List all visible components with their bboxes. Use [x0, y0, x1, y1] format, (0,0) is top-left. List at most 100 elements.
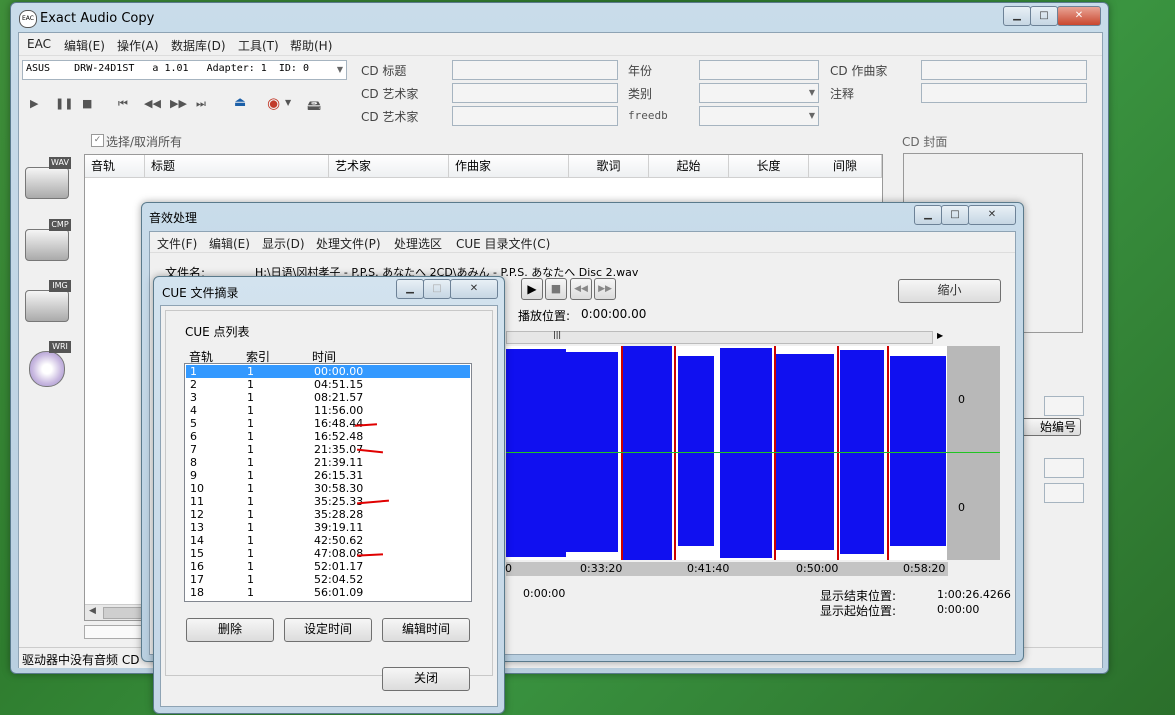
skip-forward-icon[interactable]: ⏭ — [196, 97, 206, 111]
dropdown-arrow-icon[interactable]: ▼ — [285, 98, 291, 107]
cue-time: 47:08.08 — [314, 547, 364, 560]
scroll-right-icon[interactable]: ▶ — [937, 331, 943, 340]
minimize-button[interactable]: ▁ — [396, 279, 424, 299]
cd-artist2-label: CD 艺术家 — [361, 110, 419, 124]
column-header[interactable]: 歌词 — [569, 155, 649, 177]
close-dialog-button[interactable]: 关闭 — [382, 667, 470, 691]
rewind-button[interactable]: ◀◀ — [570, 278, 592, 300]
cue-row[interactable]: 14 1 42:50.62 — [186, 534, 470, 547]
cue-row[interactable]: 13 1 39:19.11 — [186, 521, 470, 534]
menu-tools[interactable]: 工具(T) — [238, 37, 279, 54]
waveform-area[interactable]: 0 0 — [506, 346, 1000, 560]
skip-back-icon[interactable]: ⏮ — [118, 97, 128, 111]
year-label: 年份 — [628, 64, 653, 78]
cd-title-field[interactable] — [452, 60, 618, 80]
menu-edit[interactable]: 编辑(E) — [209, 235, 250, 252]
cue-row[interactable]: 12 1 35:28.28 — [186, 508, 470, 521]
scroll-left-icon[interactable]: ◀ — [89, 606, 96, 616]
year-field[interactable] — [699, 60, 819, 80]
cue-row[interactable]: 15 1 47:08.08 — [186, 547, 470, 560]
cue-row[interactable]: 3 1 08:21.57 — [186, 391, 470, 404]
menu-action[interactable]: 操作(A) — [117, 37, 159, 54]
cue-point-list[interactable]: 1 1 00:00.00 2 1 04:51.15 3 1 08:21.57 4 1 11:56.00… — [184, 363, 472, 602]
freedb-select[interactable]: ▼ — [699, 106, 819, 126]
close-button[interactable]: ✕ — [450, 279, 498, 299]
cue-index: 1 — [247, 391, 254, 404]
play-button[interactable]: ▶ — [521, 278, 543, 300]
eject-icon[interactable]: ⏏ — [234, 95, 246, 110]
cd-artist2-field[interactable] — [452, 106, 618, 126]
extract-compressed-icon[interactable]: CMP — [25, 219, 75, 265]
extract-wav-icon[interactable]: WAV — [25, 157, 75, 203]
genre-label: 类别 — [628, 87, 653, 101]
maximize-button[interactable]: □ — [423, 279, 451, 299]
edit-time-button[interactable]: 编辑时间 — [382, 618, 470, 642]
globe-icon[interactable]: ◉ — [267, 94, 280, 112]
column-header[interactable]: 标题 — [145, 155, 329, 177]
column-header[interactable]: 间隙 — [809, 155, 882, 177]
set-time-button[interactable]: 设定时间 — [284, 618, 372, 642]
forward-button[interactable]: ▶▶ — [594, 278, 616, 300]
start-number-label: 始编号 — [1039, 420, 1076, 434]
play-icon[interactable]: ▶ — [30, 97, 38, 110]
cue-row[interactable]: 18 1 56:01.09 — [186, 586, 470, 599]
close-button[interactable]: ✕ — [1057, 6, 1101, 26]
cue-row[interactable]: 5 1 16:48.44 — [186, 417, 470, 430]
cue-row[interactable]: 9 1 26:15.31 — [186, 469, 470, 482]
column-header[interactable]: 艺术家 — [329, 155, 449, 177]
stop-icon[interactable]: ■ — [82, 97, 92, 110]
cd-artist-field[interactable] — [452, 83, 618, 103]
select-all-checkbox[interactable]: ✓ — [91, 134, 104, 147]
column-header[interactable]: 长度 — [729, 155, 809, 177]
menu-edit[interactable]: 编辑(E) — [64, 37, 105, 54]
column-header[interactable]: 起始 — [649, 155, 729, 177]
close-button[interactable]: ✕ — [968, 205, 1016, 225]
cue-row[interactable]: 6 1 16:52.48 — [186, 430, 470, 443]
column-header[interactable]: 音轨 — [85, 155, 145, 177]
pause-icon[interactable]: ❚❚ — [55, 97, 73, 110]
drive-settings-icon[interactable]: 🖴 — [307, 95, 321, 119]
cue-row[interactable]: 10 1 30:58.30 — [186, 482, 470, 495]
menu-database[interactable]: 数据库(D) — [171, 37, 226, 54]
right-field-1[interactable] — [1044, 396, 1084, 416]
minimize-button[interactable]: ▁ — [914, 205, 942, 225]
shrink-button[interactable]: 缩小 — [898, 279, 1001, 303]
cue-row[interactable]: 11 1 35:25.33 — [186, 495, 470, 508]
cue-track: 13 — [190, 521, 204, 534]
drive-select[interactable]: ASUS DRW-24D1ST a 1.01 Adapter: 1 ID: 0 … — [22, 60, 347, 80]
comment-field[interactable] — [921, 83, 1087, 103]
cue-row[interactable]: 7 1 21:35.07 — [186, 443, 470, 456]
menu-cue-sheet[interactable]: CUE 目录文件(C) — [456, 235, 550, 252]
maximize-button[interactable]: □ — [941, 205, 969, 225]
menu-view[interactable]: 显示(D) — [262, 235, 305, 252]
copy-image-icon[interactable]: IMG — [25, 280, 75, 326]
write-cd-icon[interactable]: WRI — [25, 341, 75, 387]
stop-button[interactable]: ■ — [545, 278, 567, 300]
cue-row[interactable]: 4 1 11:56.00 — [186, 404, 470, 417]
menu-process-selection[interactable]: 处理选区 — [394, 235, 442, 252]
chevron-down-icon: ▼ — [808, 111, 815, 120]
menu-process-file[interactable]: 处理文件(P) — [316, 235, 381, 252]
cue-row[interactable]: 1 1 00:00.00 — [186, 365, 470, 378]
cd-composer-field[interactable] — [921, 60, 1087, 80]
delete-button[interactable]: 删除 — [186, 618, 274, 642]
cue-row[interactable]: 2 1 04:51.15 — [186, 378, 470, 391]
menu-file[interactable]: 文件(F) — [157, 235, 197, 252]
cue-row[interactable]: 8 1 21:39.11 — [186, 456, 470, 469]
right-field-2[interactable] — [1044, 458, 1084, 478]
zoom-scrollbar[interactable]: ||| ▶ — [506, 330, 943, 344]
menu-help[interactable]: 帮助(H) — [290, 37, 332, 54]
menu-eac[interactable]: EAC — [27, 37, 51, 51]
right-field-3[interactable] — [1044, 483, 1084, 503]
minimize-button[interactable]: ▁ — [1003, 6, 1031, 26]
rewind-icon[interactable]: ◀◀ — [144, 97, 161, 110]
cue-track: 5 — [190, 417, 197, 430]
cue-row[interactable]: 17 1 52:04.52 — [186, 573, 470, 586]
cue-index: 1 — [247, 378, 254, 391]
fast-forward-icon[interactable]: ▶▶ — [170, 97, 187, 110]
cue-row[interactable]: 16 1 52:01.17 — [186, 560, 470, 573]
cue-time: 00:00.00 — [314, 365, 364, 378]
maximize-button[interactable]: □ — [1030, 6, 1058, 26]
column-header[interactable]: 作曲家 — [449, 155, 569, 177]
genre-select[interactable]: ▼ — [699, 83, 819, 103]
